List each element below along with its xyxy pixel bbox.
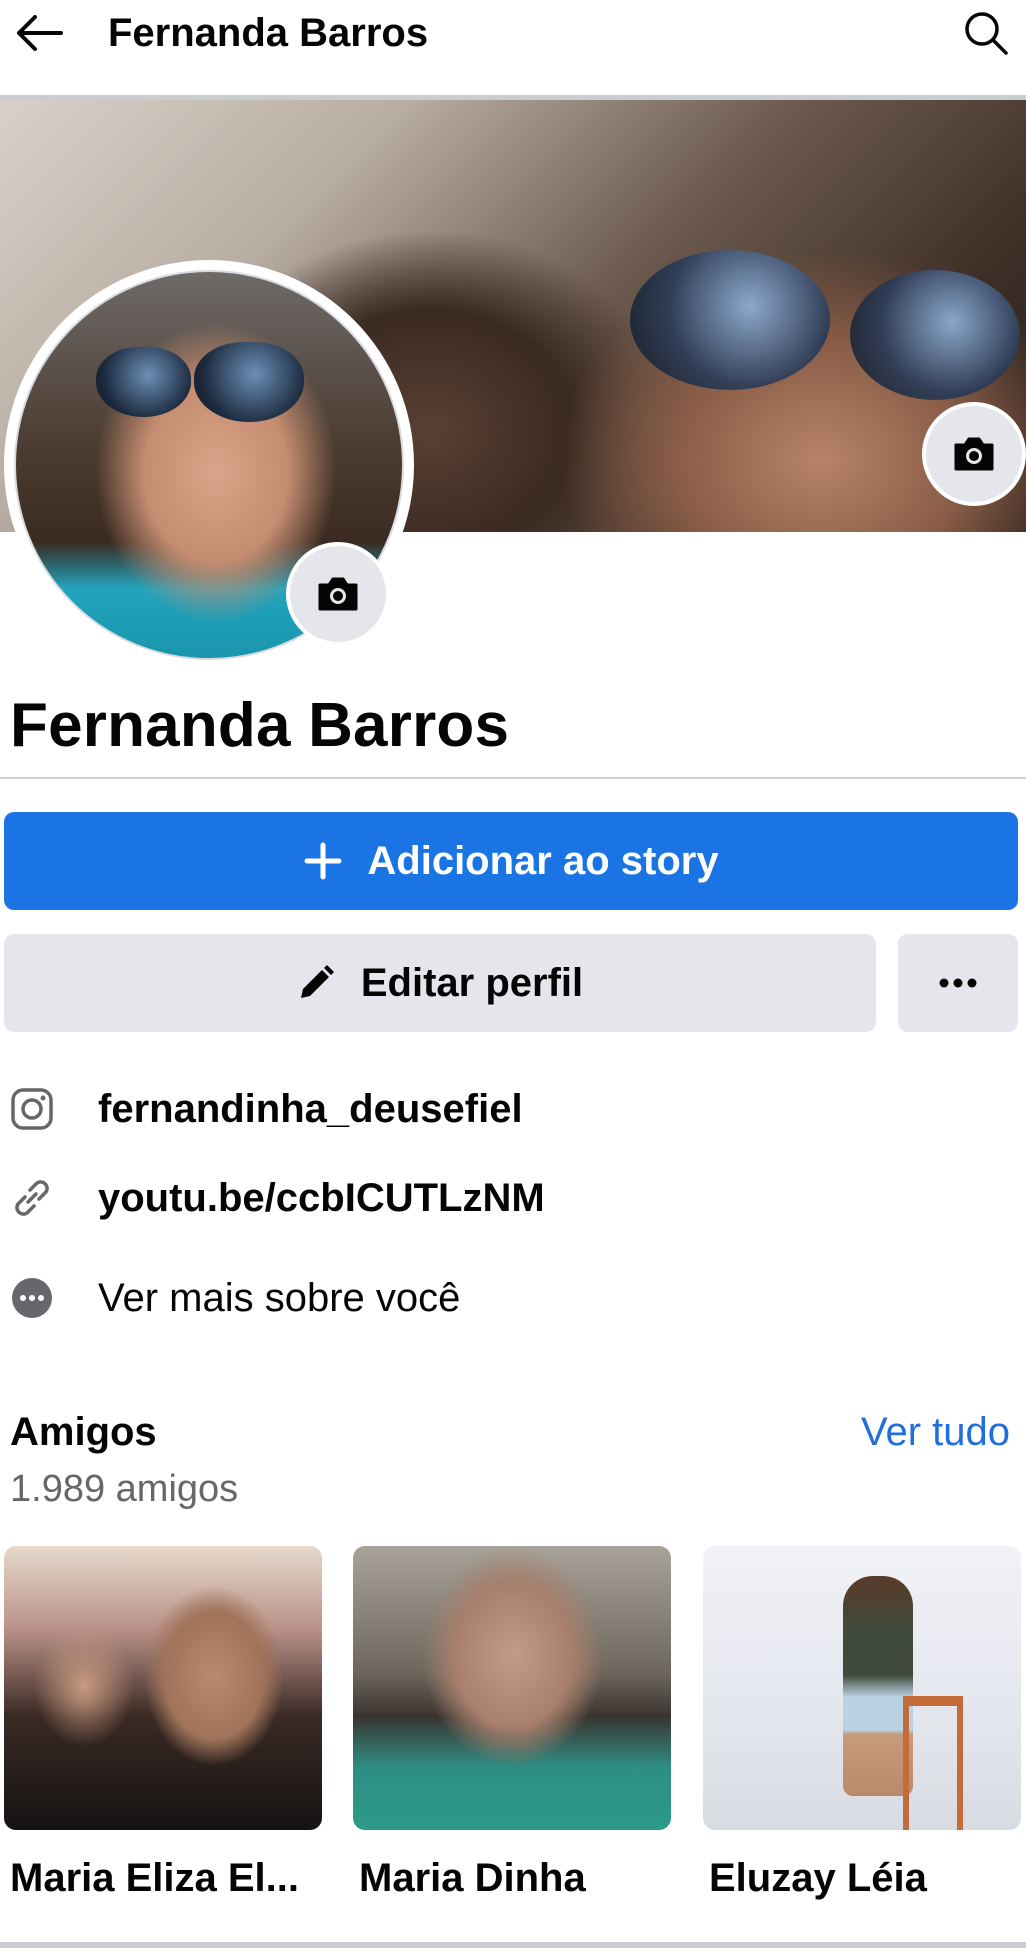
- instagram-handle[interactable]: fernandinha_deusefiel: [98, 1087, 523, 1132]
- arrow-left-icon: [17, 15, 63, 51]
- avatar-sunglass-lens-left: [96, 347, 191, 417]
- friend-card[interactable]: Eluzay Léia: [703, 1546, 1021, 1901]
- top-bar: Fernanda Barros: [0, 0, 1026, 95]
- search-icon: [965, 12, 1008, 55]
- camera-icon: [318, 577, 358, 611]
- edit-profile-picture-button[interactable]: [286, 542, 390, 646]
- see-more-about-row[interactable]: Ver mais sobre você: [0, 1263, 1026, 1333]
- edit-profile-label: Editar perfil: [360, 960, 584, 1005]
- bottom-divider: [0, 1942, 1026, 1948]
- add-to-story-label: Adicionar ao story: [367, 838, 719, 883]
- friend-card[interactable]: Maria Eliza El...: [4, 1546, 322, 1901]
- website-link[interactable]: youtu.be/ccbICUTLzNM: [98, 1176, 545, 1221]
- more-circle-icon: [8, 1274, 56, 1322]
- profile-name: Fernanda Barros: [10, 691, 510, 760]
- search-button[interactable]: [958, 8, 1014, 58]
- friend-name[interactable]: Maria Eliza El...: [4, 1856, 322, 1901]
- plus-icon: [304, 842, 342, 880]
- friend-card[interactable]: Maria Dinha: [353, 1546, 671, 1901]
- edit-profile-button[interactable]: Editar perfil: [4, 934, 876, 1032]
- name-divider: [0, 777, 1026, 779]
- friend-photo[interactable]: [353, 1546, 671, 1830]
- friend-photo[interactable]: [4, 1546, 322, 1830]
- more-options-button[interactable]: [898, 934, 1018, 1032]
- pencil-icon: [300, 965, 334, 998]
- link-icon: [8, 1174, 56, 1222]
- friend-name[interactable]: Maria Dinha: [353, 1856, 671, 1901]
- more-dots-icon: [939, 978, 977, 988]
- friend-name[interactable]: Eluzay Léia: [703, 1856, 1021, 1901]
- instagram-row[interactable]: fernandinha_deusefiel: [0, 1074, 1026, 1144]
- friends-heading: Amigos: [10, 1410, 157, 1454]
- friend-photo-stool: [903, 1696, 963, 1830]
- cover-sunglass-lens-left: [630, 250, 830, 390]
- website-row[interactable]: youtu.be/ccbICUTLzNM: [0, 1163, 1026, 1233]
- friend-photo[interactable]: [703, 1546, 1021, 1830]
- see-more-about-label[interactable]: Ver mais sobre você: [98, 1276, 460, 1321]
- page-title: Fernanda Barros: [108, 10, 429, 55]
- edit-cover-photo-button[interactable]: [922, 402, 1026, 506]
- see-all-friends-link[interactable]: Ver tudo: [861, 1410, 1010, 1455]
- back-button[interactable]: [10, 8, 66, 58]
- friends-count: 1.989 amigos: [10, 1468, 239, 1510]
- add-to-story-button[interactable]: Adicionar ao story: [4, 812, 1018, 910]
- cover-sunglass-lens-right: [850, 270, 1020, 400]
- avatar-sunglass-lens-right: [194, 342, 304, 422]
- camera-icon: [954, 437, 994, 471]
- instagram-icon: [8, 1085, 56, 1133]
